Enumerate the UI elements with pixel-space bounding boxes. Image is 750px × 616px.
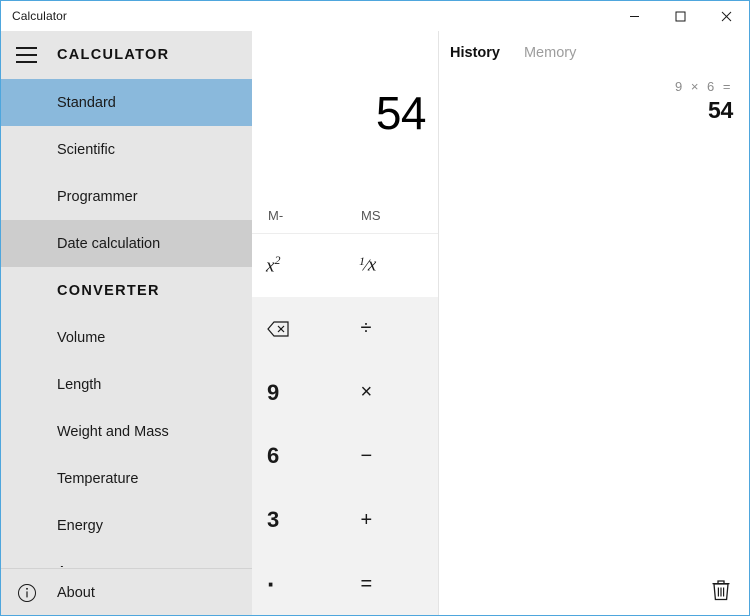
equals-button[interactable]: = bbox=[345, 552, 439, 615]
sidebar-item-weight-and-mass[interactable]: Weight and Mass bbox=[1, 408, 252, 455]
keypad-row: · = bbox=[252, 552, 439, 615]
sidebar-item-standard[interactable]: Standard bbox=[1, 79, 252, 126]
minimize-icon[interactable] bbox=[611, 1, 657, 31]
divide-button[interactable]: ÷ bbox=[345, 297, 439, 361]
maximize-icon[interactable] bbox=[657, 1, 703, 31]
digit-3-button[interactable]: 3 bbox=[252, 488, 345, 552]
sidebar-item-area[interactable]: Area bbox=[1, 549, 252, 567]
function-button-row: x2 1⁄x bbox=[252, 233, 438, 297]
info-icon bbox=[1, 569, 49, 616]
sidebar-item-label: Volume bbox=[57, 329, 106, 346]
memory-store-button[interactable]: MS bbox=[345, 198, 438, 233]
keypad-row: 9 × bbox=[252, 361, 438, 425]
sidebar-scroll-area[interactable]: Standard Scientific Programmer Date calc… bbox=[1, 79, 252, 568]
clear-history-button[interactable] bbox=[693, 564, 749, 615]
history-list: 9 × 6 = 54 bbox=[439, 61, 749, 124]
sidebar-item-temperature[interactable]: Temperature bbox=[1, 455, 252, 502]
keypad: ÷ 9 × 6 − 3 + · = bbox=[252, 297, 439, 615]
digit-9-button[interactable]: 9 bbox=[252, 361, 345, 425]
calculator-window: Calculator CALCULATOR Standard Scientifi… bbox=[0, 0, 750, 616]
sidebar-item-volume[interactable]: Volume bbox=[1, 314, 252, 361]
sidebar-item-label: Scientific bbox=[57, 141, 116, 158]
sidebar-footer-about[interactable]: About bbox=[1, 568, 252, 616]
display-area: 54 bbox=[252, 31, 438, 198]
window-controls bbox=[611, 1, 749, 31]
navigation-sidebar: CALCULATOR Standard Scientific Programme… bbox=[1, 31, 252, 616]
sidebar-item-label: Date calculation bbox=[57, 235, 161, 252]
history-expression: 9 × 6 = bbox=[675, 79, 733, 94]
window-title: Calculator bbox=[12, 9, 68, 23]
keypad-row: ÷ bbox=[252, 297, 438, 361]
sidebar-item-label: Standard bbox=[57, 94, 116, 111]
sidebar-section-converter: CONVERTER bbox=[57, 282, 160, 299]
keypad-row: 3 + bbox=[252, 488, 438, 552]
sidebar-item-label: Weight and Mass bbox=[57, 423, 169, 440]
memory-subtract-button[interactable]: M- bbox=[252, 198, 345, 233]
keypad-row: 6 − bbox=[252, 425, 438, 489]
sidebar-item-label: Temperature bbox=[57, 470, 139, 487]
history-panel: History Memory 9 × 6 = 54 bbox=[439, 31, 749, 615]
history-result: 54 bbox=[708, 97, 733, 123]
calculator-panel: 54 M- MS x2 1⁄x ÷ 9 × 6 − 3 + · = bbox=[252, 31, 439, 615]
square-button[interactable]: x2 bbox=[252, 234, 345, 297]
memory-button-row: M- MS bbox=[252, 198, 438, 233]
subtract-button[interactable]: − bbox=[345, 425, 439, 489]
hamburger-icon[interactable] bbox=[1, 31, 49, 79]
about-label: About bbox=[57, 584, 95, 601]
sidebar-item-scientific[interactable]: Scientific bbox=[1, 126, 252, 173]
display-value: 54 bbox=[375, 87, 427, 139]
close-icon[interactable] bbox=[703, 1, 749, 31]
digit-6-button[interactable]: 6 bbox=[252, 425, 345, 489]
multiply-button[interactable]: × bbox=[345, 361, 439, 425]
sidebar-item-length[interactable]: Length bbox=[1, 361, 252, 408]
history-item[interactable]: 9 × 6 = 54 bbox=[439, 79, 733, 124]
sidebar-item-energy[interactable]: Energy bbox=[1, 502, 252, 549]
sidebar-item-label: Programmer bbox=[57, 188, 138, 205]
tab-history[interactable]: History bbox=[450, 45, 500, 61]
sidebar-item-date-calculation[interactable]: Date calculation bbox=[1, 220, 252, 267]
add-button[interactable]: + bbox=[345, 488, 439, 552]
sidebar-header: CALCULATOR bbox=[1, 31, 252, 79]
tab-memory[interactable]: Memory bbox=[524, 45, 576, 61]
decimal-button[interactable]: · bbox=[252, 552, 345, 615]
sidebar-header-title: CALCULATOR bbox=[57, 47, 170, 63]
history-tab-bar: History Memory bbox=[439, 31, 749, 61]
sidebar-item-label: Energy bbox=[57, 517, 103, 534]
trash-icon bbox=[712, 580, 730, 601]
sidebar-item-label: Length bbox=[57, 376, 102, 393]
title-bar: Calculator bbox=[1, 1, 749, 31]
sidebar-item-programmer[interactable]: Programmer bbox=[1, 173, 252, 220]
reciprocal-button[interactable]: 1⁄x bbox=[345, 234, 438, 297]
backspace-button[interactable] bbox=[252, 297, 345, 361]
